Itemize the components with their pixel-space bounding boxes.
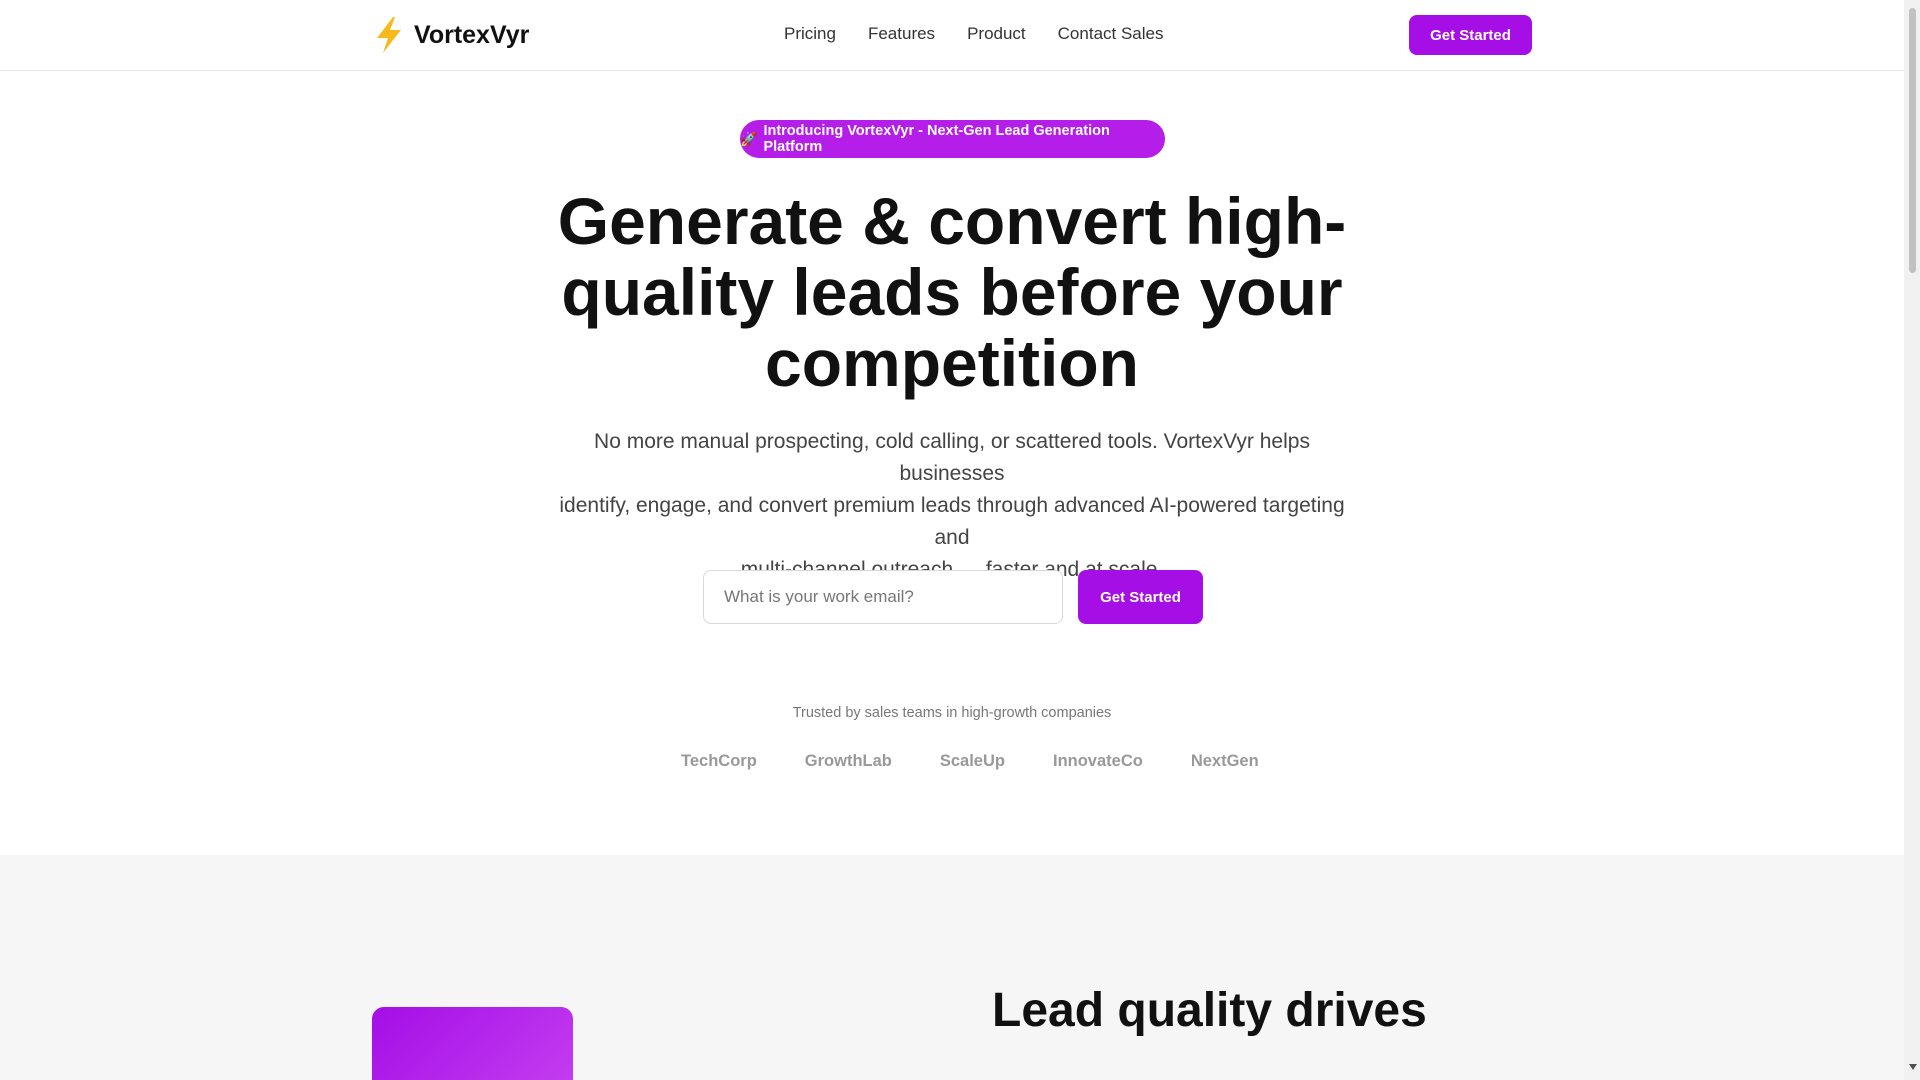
gradient-card <box>372 1007 573 1080</box>
hero-title-line: Generate & convert high- <box>557 184 1347 258</box>
logo-nextgen: NextGen <box>1190 752 1259 770</box>
nav-link-contact-sales[interactable]: Contact Sales <box>1058 24 1164 44</box>
customer-logos: TechCorp GrowthLab ScaleUp InnovateCo Ne… <box>681 752 1307 771</box>
nav-link-pricing[interactable]: Pricing <box>784 24 836 44</box>
scroll-down-arrow-icon[interactable] <box>1909 1064 1917 1070</box>
section-title: Lead quality drives <box>992 984 1427 1037</box>
nav-link-product[interactable]: Product <box>967 24 1026 44</box>
main-nav: Pricing Features Product Contact Sales <box>784 24 1196 44</box>
trusted-by-label: Trusted by sales teams in high-growth co… <box>792 705 1112 721</box>
logo-innovateco: InnovateCo <box>1052 752 1143 770</box>
logo-growthlab: GrowthLab <box>804 752 892 770</box>
hero-get-started-button[interactable]: Get Started <box>1078 570 1203 624</box>
site-header: VortexVyr Pricing Features Product Conta… <box>0 0 1904 71</box>
hero-title-line: quality leads before your <box>561 255 1343 329</box>
header-get-started-button[interactable]: Get Started <box>1409 15 1532 55</box>
logo-techcorp: TechCorp <box>681 752 757 770</box>
hero-title-line: competition <box>765 326 1139 400</box>
hero-subtitle-line: No more manual prospecting, cold calling… <box>594 430 1310 485</box>
lead-quality-section: Lead quality drives <box>0 855 1904 1080</box>
lightning-bolt-icon <box>377 17 401 53</box>
scrollbar-thumb[interactable] <box>1909 8 1916 273</box>
nav-link-features[interactable]: Features <box>868 24 935 44</box>
announcement-badge[interactable]: 🚀 Introducing VortexVyr - Next-Gen Lead … <box>740 120 1165 158</box>
work-email-input[interactable] <box>703 570 1063 624</box>
brand-name: VortexVyr <box>414 20 530 49</box>
rocket-icon: 🚀 <box>740 130 758 147</box>
hero-subtitle-line: identify, engage, and convert premium le… <box>559 494 1345 549</box>
announcement-text: Introducing VortexVyr - Next-Gen Lead Ge… <box>763 123 1110 155</box>
page: VortexVyr Pricing Features Product Conta… <box>0 0 1920 1080</box>
hero-title: Generate & convert high- quality leads b… <box>520 186 1384 399</box>
logo-scaleup: ScaleUp <box>939 752 1005 770</box>
hero-subtitle: No more manual prospecting, cold calling… <box>540 426 1364 586</box>
brand-logo[interactable]: VortexVyr <box>372 16 529 54</box>
